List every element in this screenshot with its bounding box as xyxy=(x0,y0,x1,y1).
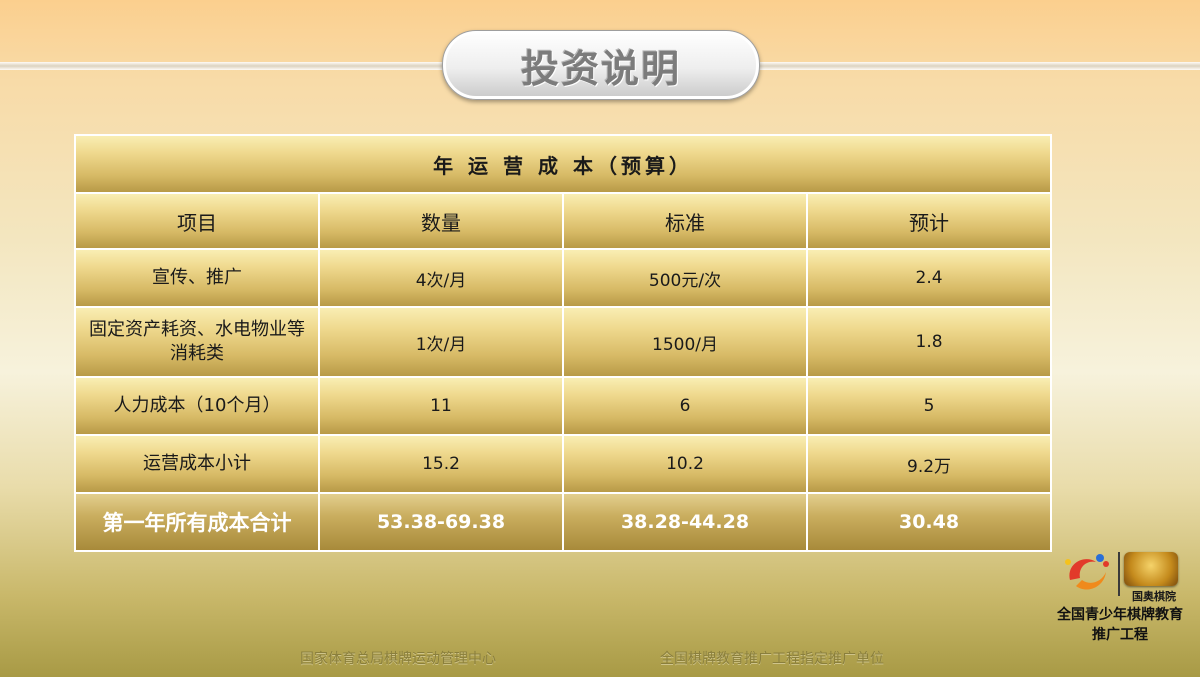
organization-logo: 国奥棋院 全国青少年棋牌教育 推广工程 xyxy=(1040,548,1200,648)
header-estimate: 预计 xyxy=(805,192,1053,250)
logo-brand: 国奥棋院 xyxy=(1132,590,1176,603)
title-pill: 投资说明 xyxy=(442,30,760,100)
total-estimate: 30.48 xyxy=(805,492,1053,552)
row-quantity: 15.2 xyxy=(318,434,564,494)
row-item: 人力成本（10个月） xyxy=(74,376,320,436)
row-standard: 6 xyxy=(562,376,808,436)
logo-badge-icon xyxy=(1124,552,1178,586)
page-title: 投资说明 xyxy=(520,46,681,91)
header-standard: 标准 xyxy=(562,192,808,250)
row-item: 固定资产耗资、水电物业等消耗类 xyxy=(74,306,320,378)
row-estimate: 5 xyxy=(805,376,1053,436)
header-item: 项目 xyxy=(74,192,320,250)
row-standard: 10.2 xyxy=(562,434,808,494)
logo-text-line2: 推广工程 xyxy=(1092,627,1148,643)
total-standard: 38.28-44.28 xyxy=(562,492,808,552)
footer-right-text: 全国棋牌教育推广工程指定推广单位 xyxy=(660,651,884,667)
row-item: 宣传、推广 xyxy=(74,248,320,308)
cost-table: 年 运 营 成 本（预算） 项目 数量 标准 预计 宣传、推广 4次/月 500… xyxy=(73,134,1053,552)
table-header-row: 项目 数量 标准 预计 xyxy=(74,192,1053,250)
header-quantity: 数量 xyxy=(318,192,564,250)
row-quantity: 1次/月 xyxy=(318,306,564,378)
table-caption-row: 年 运 营 成 本（预算） xyxy=(73,134,1053,194)
logo-divider xyxy=(1118,552,1120,596)
table-row: 运营成本小计 15.2 10.2 9.2万 xyxy=(74,434,1053,494)
total-label: 第一年所有成本合计 xyxy=(74,492,320,552)
row-item: 运营成本小计 xyxy=(74,434,320,494)
logo-mark-icon xyxy=(1065,554,1109,590)
row-standard: 1500/月 xyxy=(562,306,808,378)
table-row: 固定资产耗资、水电物业等消耗类 1次/月 1500/月 1.8 xyxy=(74,306,1053,378)
row-estimate: 9.2万 xyxy=(805,434,1053,494)
row-estimate: 2.4 xyxy=(805,248,1053,308)
table-row: 人力成本（10个月） 11 6 5 xyxy=(74,376,1053,436)
footer-left-text: 国家体育总局棋牌运动管理中心 xyxy=(300,651,496,667)
row-estimate: 1.8 xyxy=(805,306,1053,378)
logo-text-line1: 全国青少年棋牌教育 xyxy=(1057,607,1183,623)
table-total-row: 第一年所有成本合计 53.38-69.38 38.28-44.28 30.48 xyxy=(74,492,1053,552)
row-quantity: 4次/月 xyxy=(318,248,564,308)
row-standard: 500元/次 xyxy=(562,248,808,308)
total-quantity: 53.38-69.38 xyxy=(318,492,564,552)
row-quantity: 11 xyxy=(318,376,564,436)
table-caption: 年 运 营 成 本（预算） xyxy=(73,134,1053,194)
table-row: 宣传、推广 4次/月 500元/次 2.4 xyxy=(74,248,1053,308)
